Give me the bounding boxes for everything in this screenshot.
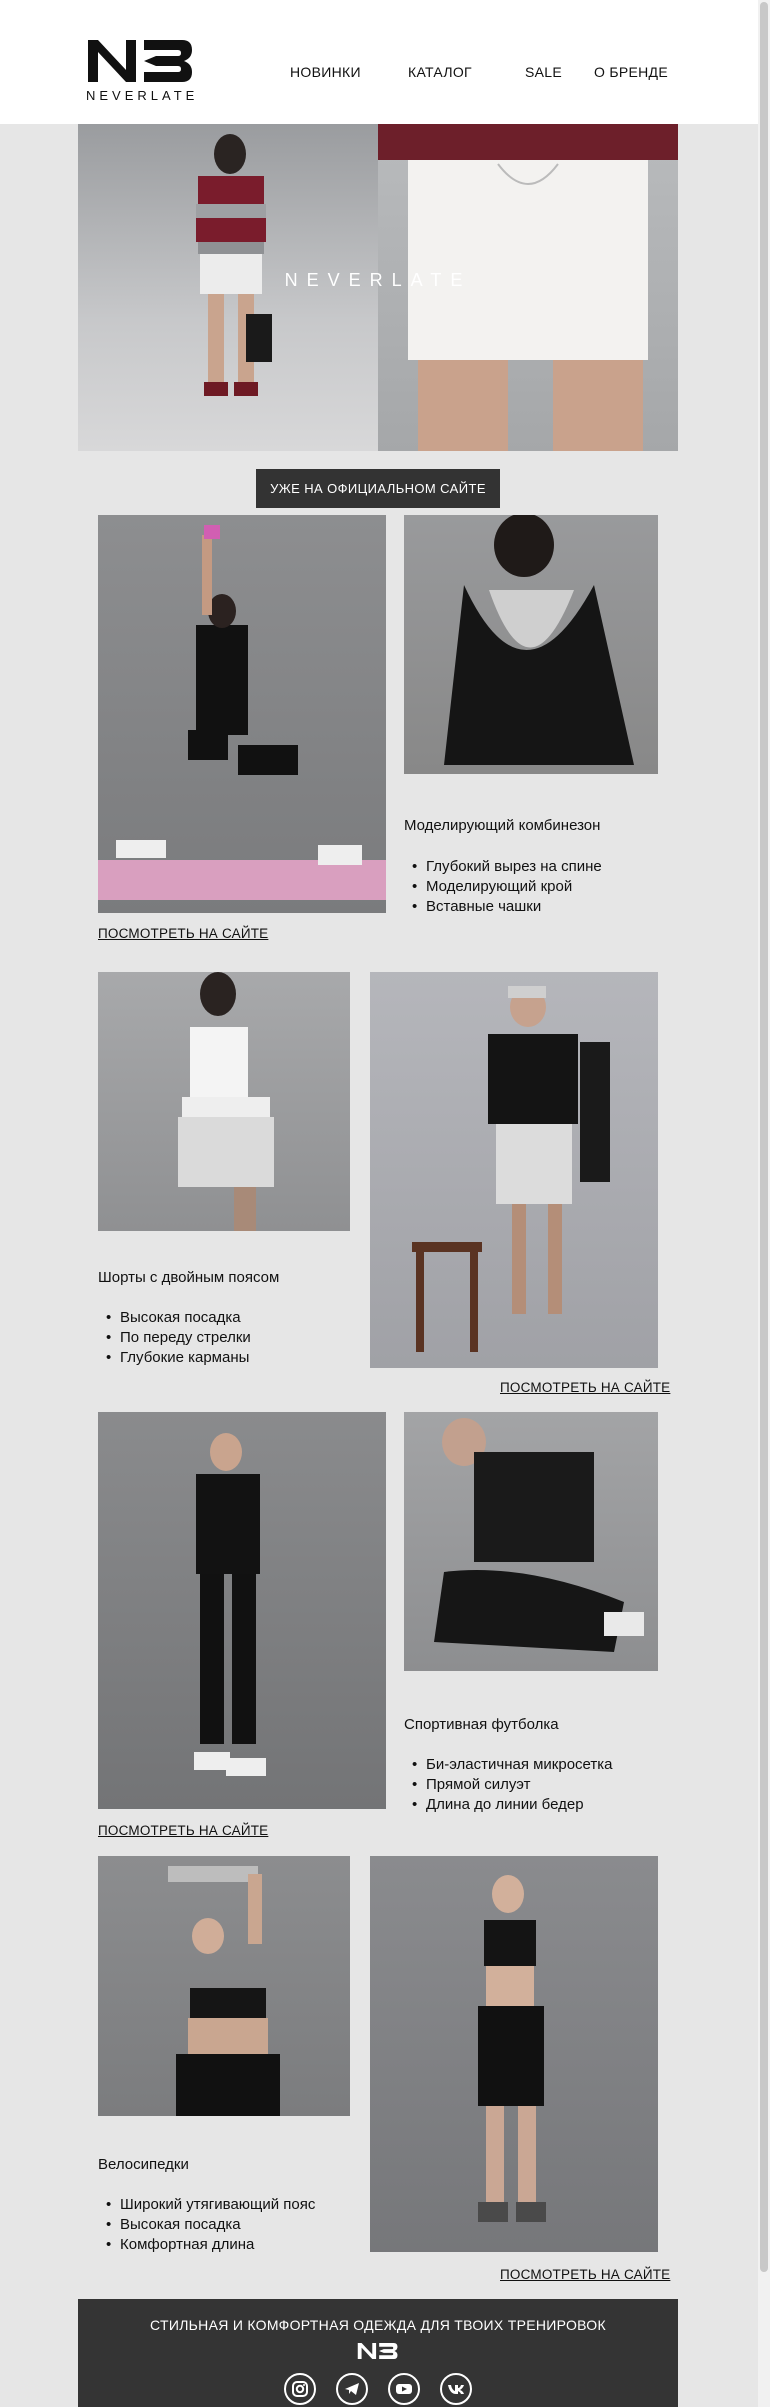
feature-item: Би-эластичная микросетка (404, 1755, 613, 1775)
product-4-title: Велосипедки (98, 2156, 189, 2173)
youtube-icon[interactable] (388, 2373, 420, 2405)
brand-logo[interactable]: NEVERLATE (86, 38, 196, 104)
product-1-title: Моделирующий комбинезон (404, 817, 601, 834)
feature-item: Высокая посадка (98, 1308, 251, 1328)
feature-item: Глубокие карманы (98, 1348, 251, 1368)
feature-item: Высокая посадка (98, 2215, 315, 2235)
telegram-icon[interactable] (336, 2373, 368, 2405)
product-2-detail-image[interactable] (98, 972, 350, 1231)
official-site-button[interactable]: УЖЕ НА ОФИЦИАЛЬНОМ САЙТЕ (256, 469, 500, 508)
feature-item: Комфортная длина (98, 2235, 315, 2255)
product-2-title: Шорты с двойным поясом (98, 1269, 280, 1286)
model-figure (168, 1866, 280, 2116)
product-3-detail-image[interactable] (404, 1412, 658, 1671)
back-view-figure (444, 515, 634, 765)
product-2-main-image[interactable] (370, 972, 658, 1368)
model-figure (194, 1433, 266, 1776)
logo-mark-icon (88, 40, 192, 82)
product-1-features: Глубокий вырез на спине Моделирующий кро… (404, 857, 602, 917)
nav-about[interactable]: О БРЕНДЕ (594, 64, 668, 80)
product-2-view-link[interactable]: ПОСМОТРЕТЬ НА САЙТЕ (500, 1380, 670, 1395)
product-4-main-image[interactable] (370, 1856, 658, 2252)
product-1-main-image[interactable] (98, 515, 386, 913)
product-4-detail-image[interactable] (98, 1856, 350, 2116)
feature-item: Широкий утягивающий пояс (98, 2195, 315, 2215)
nav-catalog[interactable]: КАТАЛОГ (408, 64, 472, 80)
nav-new[interactable]: НОВИНКИ (290, 64, 361, 80)
product-1-detail-image[interactable] (404, 515, 658, 774)
hero-brand-overlay: NEVERLATE (284, 270, 472, 290)
model-figure (412, 986, 610, 1352)
nav-sale[interactable]: SALE (525, 64, 562, 80)
vk-icon[interactable] (440, 2373, 472, 2405)
feature-item: По переду стрелки (98, 1328, 251, 1348)
product-2-features: Высокая посадка По переду стрелки Глубок… (98, 1308, 251, 1368)
email-footer: СТИЛЬНАЯ И КОМФОРТНАЯ ОДЕЖДА ДЛЯ ТВОИХ Т… (78, 2299, 678, 2407)
scrollbar-thumb[interactable] (760, 2, 768, 2272)
model-figure (98, 525, 386, 900)
product-4-features: Широкий утягивающий пояс Высокая посадка… (98, 2195, 315, 2255)
feature-item: Вставные чашки (404, 897, 602, 917)
feature-item: Глубокий вырез на спине (404, 857, 602, 877)
product-3-title: Спортивная футболка (404, 1716, 559, 1733)
product-3-view-link[interactable]: ПОСМОТРЕТЬ НА САЙТЕ (98, 1823, 268, 1838)
model-figure (478, 1875, 546, 2222)
feature-item: Длина до линии бедер (404, 1795, 613, 1815)
product-4-view-link[interactable]: ПОСМОТРЕТЬ НА САЙТЕ (500, 2267, 670, 2282)
feature-item: Прямой силуэт (404, 1775, 613, 1795)
model-figure (434, 1418, 644, 1652)
product-3-features: Би-эластичная микросетка Прямой силуэт Д… (404, 1755, 613, 1815)
product-3-main-image[interactable] (98, 1412, 386, 1809)
footer-logo-icon[interactable] (357, 2342, 399, 2360)
product-1-view-link[interactable]: ПОСМОТРЕТЬ НА САЙТЕ (98, 926, 268, 941)
instagram-icon[interactable] (284, 2373, 316, 2405)
email-header: NEVERLATE НОВИНКИ КАТАЛОГ SALE О БРЕНДЕ (0, 0, 758, 124)
model-figure (178, 972, 274, 1231)
feature-item: Моделирующий крой (404, 877, 602, 897)
logo-wordmark: NEVERLATE (86, 88, 199, 103)
footer-tagline: СТИЛЬНАЯ И КОМФОРТНАЯ ОДЕЖДА ДЛЯ ТВОИХ Т… (150, 2317, 606, 2333)
